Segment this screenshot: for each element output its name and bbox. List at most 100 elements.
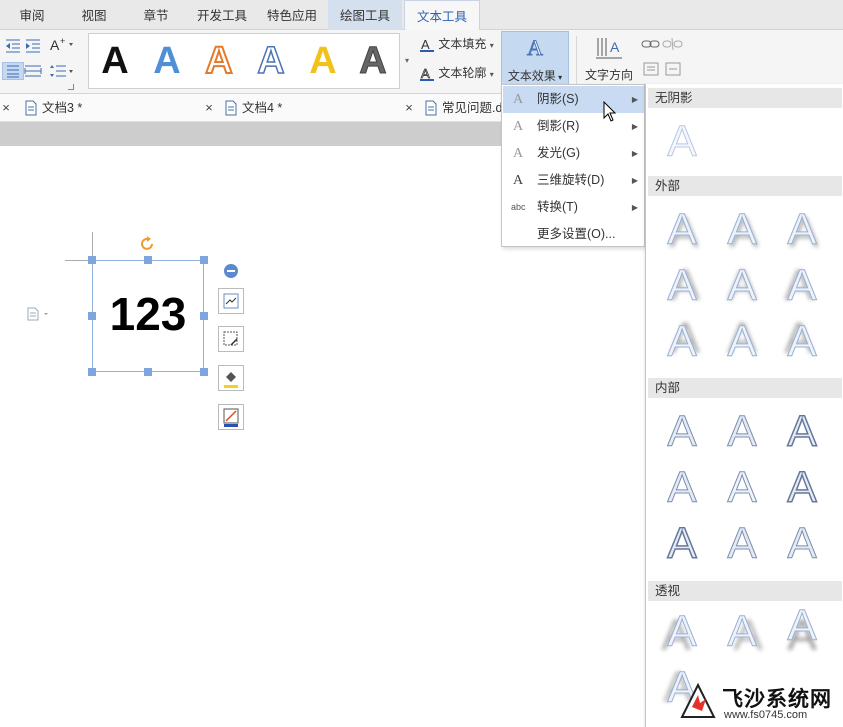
shadow-option-outer[interactable]: A xyxy=(722,205,762,254)
style-blue-outline[interactable]: A xyxy=(247,36,295,86)
tab-drawing-tools[interactable]: 绘图工具 xyxy=(328,0,402,30)
doc-tab-1[interactable]: × 文档3 * xyxy=(0,94,200,122)
shadow-option-inner[interactable]: A xyxy=(722,519,762,568)
text-effects-button[interactable]: A 文本效果 ▾ xyxy=(501,31,569,91)
section-no-shadow: 无阴影 xyxy=(648,88,842,108)
resize-handle[interactable] xyxy=(200,368,208,376)
text-style-gallery: A A A A A A xyxy=(88,33,400,89)
shadow-option-outer[interactable]: A xyxy=(782,261,822,310)
textbox-fit-icon[interactable] xyxy=(662,60,684,78)
shadow-option-inner[interactable]: A xyxy=(782,463,822,513)
shadow-option-inner[interactable]: A xyxy=(662,519,702,569)
textbox-margin-icon[interactable] xyxy=(640,60,662,78)
font-size-increase-icon[interactable]: A + xyxy=(48,35,76,53)
doc-tab-2[interactable]: × 文档4 * xyxy=(203,94,403,122)
link-icon[interactable] xyxy=(640,35,662,53)
text-outline-button[interactable]: A 文本轮廓 ▾ xyxy=(419,64,494,82)
menu-item-label: 发光(G) xyxy=(537,146,581,160)
resize-handle[interactable] xyxy=(88,312,96,320)
resize-handle[interactable] xyxy=(144,256,152,264)
menu-item-label: 倒影(R) xyxy=(537,119,580,133)
style-yellow[interactable]: A xyxy=(299,36,347,86)
textbox[interactable]: 123 xyxy=(92,260,204,372)
shadow-option-inner[interactable]: A xyxy=(722,463,762,512)
doc-tab-3[interactable]: × 常见问题.d xyxy=(403,94,503,122)
style-orange-outline[interactable]: A xyxy=(195,36,243,86)
tab-review[interactable]: 审阅 xyxy=(4,0,60,30)
menu-item-shadow[interactable]: A 阴影(S) ▶ xyxy=(503,86,644,113)
shadow-option-outer[interactable]: A xyxy=(722,317,762,366)
shadow-option-inner[interactable]: A xyxy=(782,519,822,568)
shadow-option-perspective[interactable]: A xyxy=(722,607,762,656)
tab-text-tools[interactable]: 文本工具 xyxy=(404,0,480,31)
close-icon[interactable]: × xyxy=(203,94,215,122)
doc-tab-label: 常见问题.d xyxy=(442,101,503,115)
shadow-option-outer[interactable]: A xyxy=(662,317,702,366)
resize-handle[interactable] xyxy=(200,256,208,264)
gallery-expand-icon[interactable]: ▾ xyxy=(402,33,412,89)
shadow-option-outer[interactable]: A xyxy=(662,261,702,310)
doc-tab-label: 文档3 * xyxy=(42,101,83,115)
paragraph-layout-icon[interactable] xyxy=(26,306,54,322)
style-blue[interactable]: A xyxy=(143,36,191,86)
text-effects-icon: A xyxy=(527,35,544,61)
style-gray[interactable]: A xyxy=(349,36,397,86)
layout-options-icon[interactable] xyxy=(218,288,244,314)
outline-color-icon[interactable] xyxy=(218,404,244,430)
chevron-right-icon: ▶ xyxy=(631,176,638,185)
shape-style-icon[interactable] xyxy=(218,326,244,352)
style-black[interactable]: A xyxy=(91,36,139,86)
close-icon[interactable]: × xyxy=(403,94,415,122)
menu-item-reflection[interactable]: A 倒影(R) ▶ xyxy=(503,113,644,140)
svg-text:+: + xyxy=(60,36,65,46)
3d-rotation-icon: A xyxy=(513,173,524,188)
shadow-option-inner[interactable]: A xyxy=(662,407,702,456)
shadow-option-perspective[interactable]: A xyxy=(782,601,822,650)
align-justify-icon[interactable] xyxy=(2,62,24,80)
mouse-cursor-icon xyxy=(603,100,617,123)
doc-tab-label: 文档4 * xyxy=(242,101,283,115)
shadow-option-outer[interactable]: A xyxy=(722,261,762,310)
menu-item-3d-rotation[interactable]: A 三维旋转(D) ▶ xyxy=(503,167,644,194)
chevron-down-icon: ▾ xyxy=(489,70,494,79)
text-fill-button[interactable]: A 文本填充 ▾ xyxy=(419,35,494,53)
shadow-option-inner[interactable]: A xyxy=(722,407,762,456)
shadow-option-inner[interactable]: A xyxy=(662,463,702,512)
shadow-option-outer[interactable]: A xyxy=(782,205,822,254)
shadow-option-inner[interactable]: A xyxy=(782,407,822,457)
resize-handle[interactable] xyxy=(88,368,96,376)
unlink-icon[interactable] xyxy=(662,35,684,53)
chevron-right-icon: ▶ xyxy=(631,95,638,104)
shadow-option-outer[interactable]: A xyxy=(782,317,822,366)
menu-item-more-settings[interactable]: 更多设置(O)... xyxy=(503,221,644,248)
svg-text:A: A xyxy=(610,39,620,55)
resize-handle[interactable] xyxy=(144,368,152,376)
tab-features[interactable]: 特色应用 xyxy=(260,0,324,30)
svg-text:A: A xyxy=(421,37,430,52)
close-icon[interactable]: × xyxy=(0,94,12,122)
section-outer: 外部 xyxy=(648,176,842,196)
fill-bucket-icon[interactable] xyxy=(218,365,244,391)
text-direction-button[interactable]: A 文字方向 xyxy=(582,32,636,92)
distribute-icon[interactable] xyxy=(22,62,44,80)
collapse-icon[interactable] xyxy=(223,263,239,279)
resize-handle[interactable] xyxy=(88,256,96,264)
textbox-text[interactable]: 123 xyxy=(93,287,203,341)
line-spacing-icon[interactable] xyxy=(48,62,76,80)
menu-item-transform[interactable]: abc 转换(T) ▶ xyxy=(503,194,644,221)
resize-handle[interactable] xyxy=(200,312,208,320)
paragraph-settings-launcher[interactable] xyxy=(68,84,74,90)
rotate-handle-icon[interactable] xyxy=(140,236,156,252)
tab-view[interactable]: 视图 xyxy=(66,0,122,30)
tab-chapter[interactable]: 章节 xyxy=(128,0,184,30)
document-icon xyxy=(25,100,37,116)
increase-indent-icon[interactable] xyxy=(22,36,44,54)
menu-item-glow[interactable]: A 发光(G) ▶ xyxy=(503,140,644,167)
shadow-option-perspective[interactable]: A xyxy=(662,607,702,656)
shadow-option-outer[interactable]: A xyxy=(662,205,702,254)
reflection-icon: A xyxy=(513,119,524,134)
shadow-option-none[interactable]: A xyxy=(662,117,702,166)
text-effects-label: 文本效果 ▾ xyxy=(502,67,568,84)
tab-developer[interactable]: 开发工具 xyxy=(190,0,254,30)
decrease-indent-icon[interactable] xyxy=(2,36,24,54)
